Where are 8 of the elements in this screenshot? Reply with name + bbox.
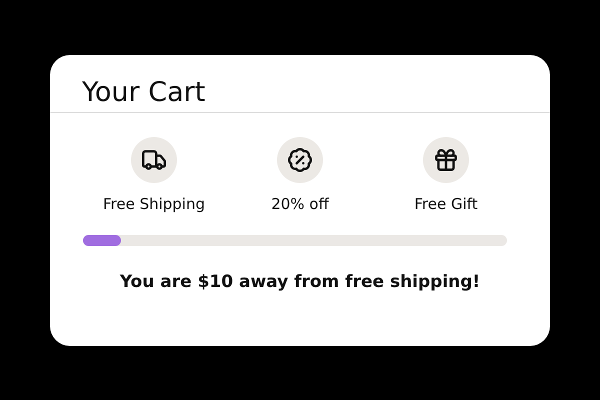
cart-title: Your Cart <box>81 76 206 110</box>
truck-icon <box>141 147 167 173</box>
shipping-message: You are $10 away from free shipping! <box>118 272 482 292</box>
reward-label: Free Shipping <box>102 195 206 213</box>
reward-label: Free Gift <box>414 195 478 213</box>
reward-label: 20% off <box>271 195 329 213</box>
discount-badge-icon <box>287 147 313 173</box>
gift-icon <box>433 147 459 173</box>
